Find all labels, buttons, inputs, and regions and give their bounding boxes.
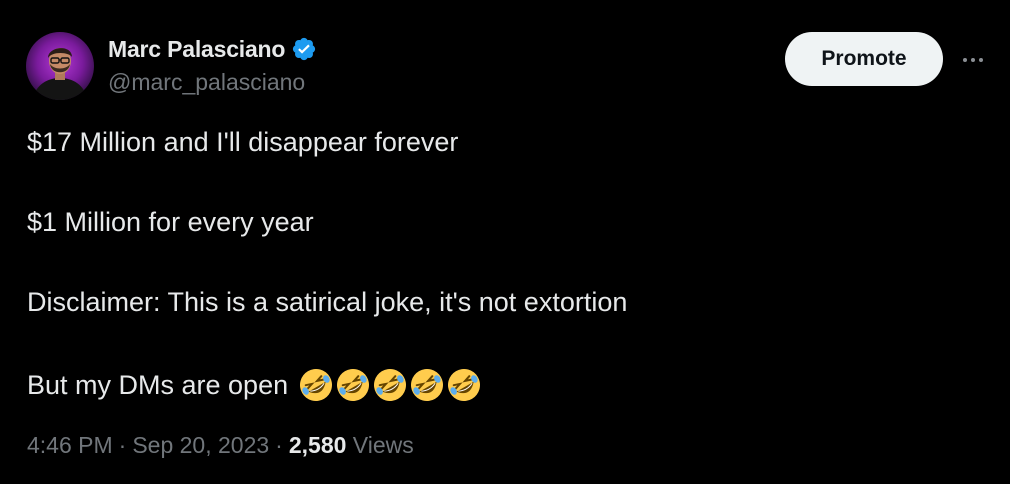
tweet-time[interactable]: 4:46 PM [27, 432, 113, 458]
promote-button[interactable]: Promote [785, 32, 943, 86]
tweet-text-line: But my DMs are open [27, 369, 289, 400]
meta-separator: · [275, 432, 283, 458]
rolling-on-floor-laughing-icon [411, 369, 444, 401]
meta-separator: · [118, 432, 127, 458]
tweet-text-line: $1 Million for every year [27, 207, 314, 237]
rolling-on-floor-laughing-icon [337, 369, 370, 401]
author-handle[interactable]: @marc_palasciano [108, 69, 305, 96]
views-count[interactable]: 2,580 [289, 432, 347, 458]
tweet-meta: 4:46 PM · Sep 20, 2023 · 2,580 Views [27, 432, 414, 459]
tweet-text-line-with-emojis: But my DMs are open [27, 367, 482, 403]
tweet-text-line: Disclaimer: This is a satirical joke, it… [27, 287, 628, 317]
avatar[interactable] [26, 32, 94, 100]
views-label: Views [352, 432, 414, 458]
tweet-text-line: $17 Million and I'll disappear forever [27, 127, 459, 157]
verified-badge-icon[interactable] [291, 36, 317, 62]
rolling-on-floor-laughing-icon [300, 369, 333, 401]
tweet-date[interactable]: Sep 20, 2023 [132, 432, 269, 458]
avatar-image [32, 48, 88, 100]
author-display-name[interactable]: Marc Palasciano [108, 36, 285, 63]
more-horizontal-icon[interactable] [956, 46, 990, 74]
author-name-row: Marc Palasciano [108, 34, 317, 64]
emoji-group [298, 367, 482, 403]
rolling-on-floor-laughing-icon [448, 369, 481, 401]
rolling-on-floor-laughing-icon [374, 369, 407, 401]
tweet-card: Marc Palasciano @marc_palasciano Promote… [0, 0, 1010, 484]
